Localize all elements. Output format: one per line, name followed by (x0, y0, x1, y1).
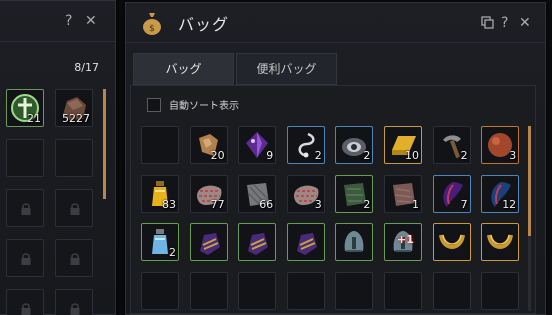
locked-slot[interactable] (6, 189, 44, 227)
auto-sort-label: 自動ソート表示 (169, 101, 239, 112)
bag-content: 自動ソート表示 20 9 2 2 10 2 3 83 77 66 3 2 1 7 12 2 +1 (130, 85, 536, 314)
secondary-inventory-window: ? ✕ 8/17 21 5227 (0, 0, 116, 315)
inventory-slot[interactable]: 83 (141, 174, 179, 213)
empty-slot[interactable] (189, 271, 228, 310)
inventory-slot[interactable]: 3 (481, 126, 520, 164)
empty-slot[interactable] (432, 271, 471, 310)
scrollbar-thumb[interactable] (528, 126, 531, 236)
empty-slot[interactable] (141, 271, 179, 310)
empty-slot[interactable] (238, 271, 277, 310)
purple-glove-icon (199, 233, 220, 255)
purple-glove-icon (296, 233, 317, 255)
inventory-slot[interactable] (238, 223, 277, 261)
item-quantity: 21 (27, 112, 41, 125)
purple-glove-icon (248, 233, 269, 255)
inventory-slot[interactable]: 2 (335, 126, 374, 164)
item-quantity: 3 (314, 197, 322, 211)
locked-slot[interactable] (55, 189, 93, 227)
item-quantity: 9 (266, 149, 274, 162)
inventory-slot[interactable]: 77 (189, 174, 228, 213)
gold-necklace-icon (438, 234, 465, 249)
locked-slot[interactable] (55, 239, 93, 277)
locked-slot[interactable] (55, 289, 93, 315)
lock-icon (21, 253, 31, 265)
item-quantity: 20 (210, 149, 225, 162)
inventory-slot[interactable] (286, 223, 325, 261)
title-bar[interactable]: $ バッグ ? ✕ (126, 3, 545, 43)
enhance-level: +1 (397, 233, 414, 246)
inventory-slot[interactable]: 12 (481, 174, 520, 213)
empty-slot[interactable] (141, 126, 179, 164)
item-quantity: 3 (509, 149, 517, 162)
inventory-slot[interactable]: 66 (238, 174, 277, 213)
locked-slot[interactable] (6, 239, 44, 277)
inventory-slot[interactable] (481, 223, 520, 261)
item-quantity: 7 (460, 197, 468, 211)
inventory-slot[interactable]: 2 (141, 223, 179, 261)
inventory-slot[interactable]: 2 (432, 126, 471, 164)
gold-necklace-icon (487, 234, 514, 249)
item-quantity: 12 (502, 197, 517, 211)
close-icon[interactable]: ✕ (519, 14, 531, 32)
inventory-slot[interactable]: 2 (286, 126, 325, 164)
scrollbar-track[interactable] (528, 126, 531, 311)
inventory-slot[interactable]: 10 (384, 126, 422, 164)
item-quantity: 2 (460, 149, 468, 162)
svg-text:$: $ (149, 24, 155, 34)
slot-count: 8/17 (74, 61, 99, 74)
lock-icon (70, 253, 80, 265)
empty-slot[interactable] (55, 139, 93, 177)
inventory-slot[interactable]: 20 (189, 126, 228, 164)
item-quantity: 2 (363, 149, 371, 162)
inventory-slot[interactable] (335, 223, 374, 261)
item-quantity: 83 (162, 197, 176, 211)
inventory-slot[interactable] (432, 223, 471, 261)
locked-slot[interactable] (6, 289, 44, 315)
empty-slot[interactable] (335, 271, 374, 310)
item-quantity: 77 (210, 197, 225, 211)
window-title: バッグ (178, 15, 230, 34)
empty-slot[interactable] (481, 271, 520, 310)
item-quantity: 1 (412, 197, 419, 211)
item-quantity: 2 (363, 197, 371, 211)
lock-icon (21, 203, 31, 215)
item-quantity: 2 (169, 246, 176, 259)
inventory-slot[interactable] (189, 223, 228, 261)
tab-bag[interactable]: バッグ (133, 53, 234, 85)
empty-slot[interactable] (286, 271, 325, 310)
empty-slot[interactable] (6, 139, 44, 177)
auto-sort-checkbox[interactable] (147, 98, 161, 112)
steel-helmet-icon (344, 231, 364, 252)
scrollbar-thumb[interactable] (103, 89, 106, 199)
inventory-slot[interactable]: 2 (335, 174, 374, 213)
item-quantity: 2 (314, 149, 322, 162)
inventory-slot[interactable]: 7 (432, 174, 471, 213)
inventory-slot[interactable]: 1 (384, 174, 422, 213)
item-quantity: 10 (405, 149, 419, 162)
money-bag-icon: $ (143, 13, 161, 35)
inventory-slot[interactable]: 5227 (55, 89, 93, 127)
empty-slot[interactable] (384, 271, 422, 310)
lock-icon (70, 303, 80, 315)
bag-window: $ バッグ ? ✕ バッグ 便利バッグ 自動ソート表示 20 9 2 2 10 2 3 83 7… (125, 2, 546, 315)
tab-convenience-bag[interactable]: 便利バッグ (236, 53, 337, 85)
lock-icon (21, 303, 31, 315)
help-icon[interactable]: ? (501, 14, 508, 32)
close-icon[interactable]: ✕ (85, 12, 97, 30)
item-quantity: 5227 (62, 112, 90, 125)
lock-icon (70, 203, 80, 215)
item-quantity: 66 (259, 197, 274, 211)
help-icon[interactable]: ? (65, 12, 72, 30)
inventory-slot[interactable]: 21 (6, 89, 44, 127)
inventory-slot[interactable]: 3 (286, 174, 325, 213)
inventory-slot[interactable]: +1 (384, 223, 422, 261)
inventory-slot[interactable]: 9 (238, 126, 277, 164)
window-mode-icon[interactable] (481, 16, 494, 29)
